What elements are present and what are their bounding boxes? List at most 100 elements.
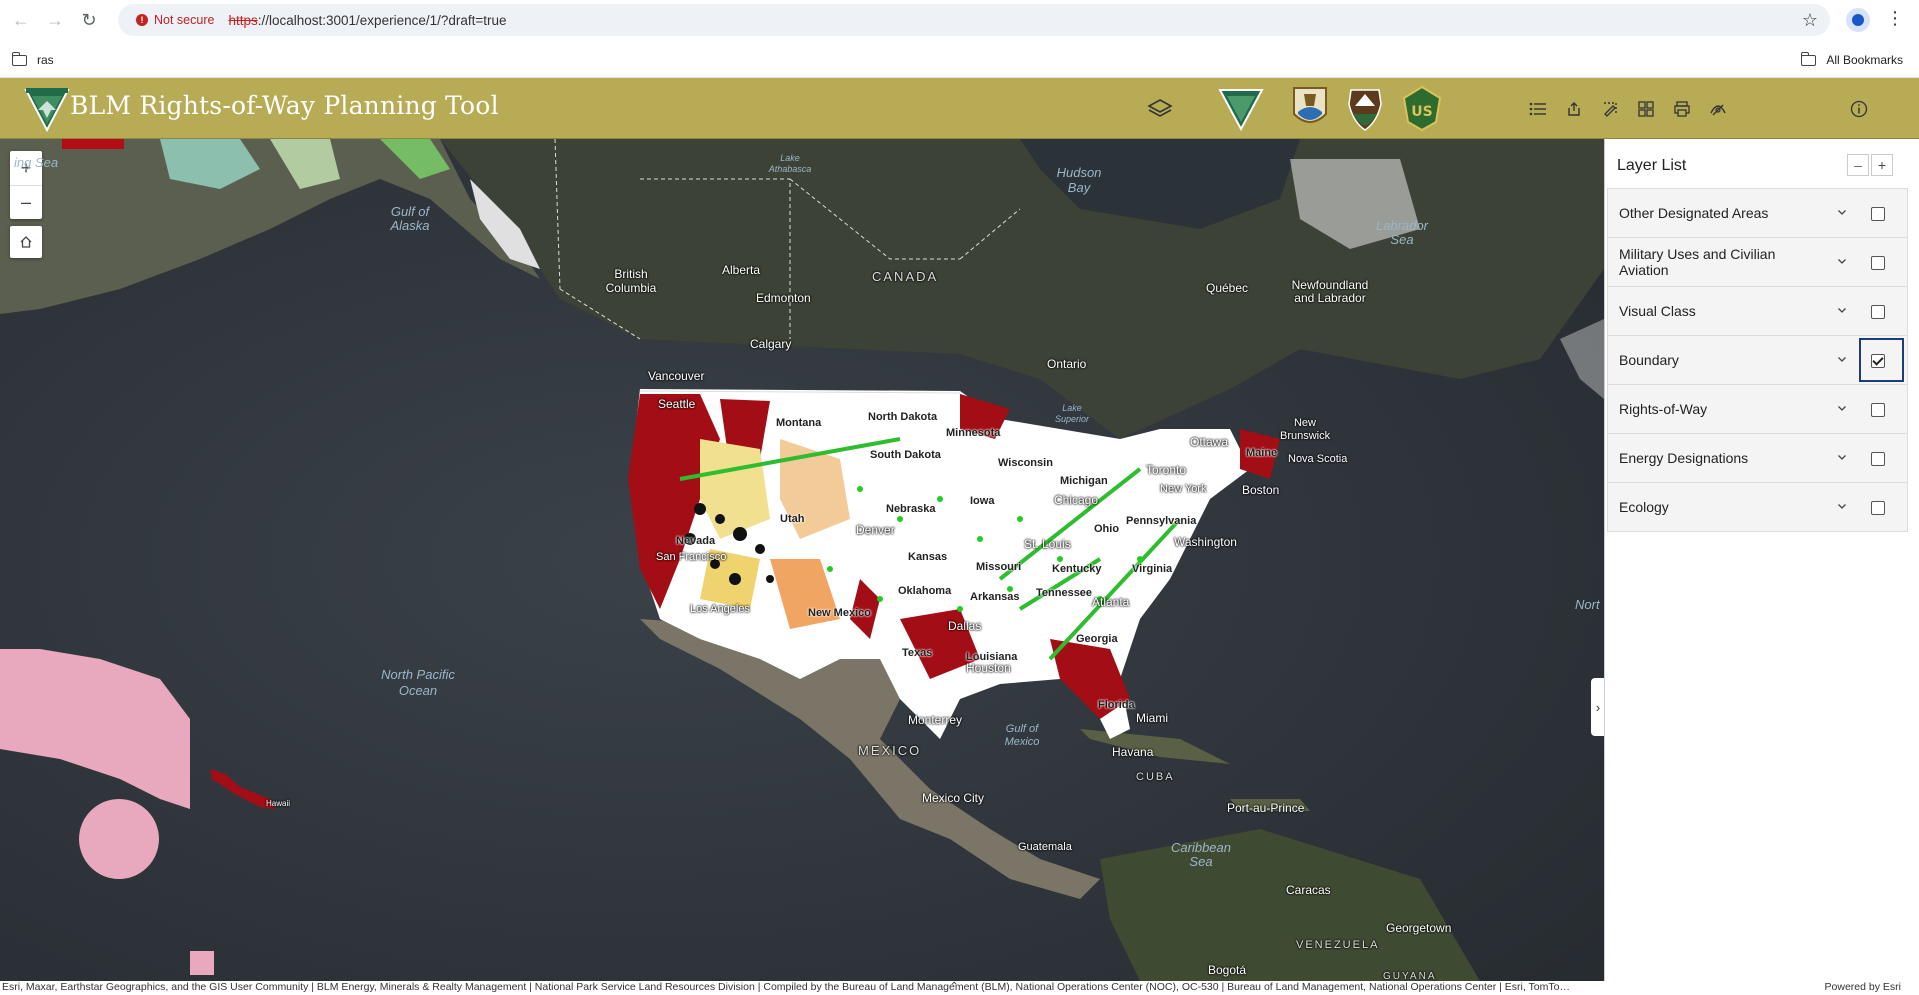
fws-logo[interactable] — [1286, 84, 1334, 132]
map-label: Lake Superior — [1054, 403, 1090, 424]
url-text[interactable]: https://localhost:3001/experience/1/?dra… — [228, 13, 506, 28]
chevron-down-icon[interactable] — [1836, 353, 1848, 365]
bookmark-folder-ras[interactable]: ras — [11, 51, 54, 67]
chevron-down-icon[interactable] — [1836, 304, 1848, 316]
layer-label: Visual Class — [1619, 303, 1696, 319]
chevron-down-icon[interactable] — [1836, 500, 1848, 512]
layers-icon[interactable] — [1147, 96, 1173, 122]
city-label: Mexico City — [922, 791, 985, 805]
layer-visibility-checkbox[interactable] — [1871, 207, 1885, 221]
state-label: Texas — [902, 647, 933, 659]
draw-icon[interactable] — [1597, 96, 1623, 122]
city-label: Port-au-Prince — [1227, 801, 1305, 815]
chevron-up-icon[interactable]: ⌃ — [950, 981, 958, 992]
city-label: Los Angeles — [690, 603, 750, 615]
layer-visibility-checkbox[interactable] — [1871, 354, 1885, 368]
layer-item-boundary[interactable]: Boundary — [1607, 335, 1908, 385]
city-label: Dallas — [948, 619, 982, 633]
layer-visibility-checkbox[interactable] — [1871, 501, 1885, 515]
layer-label: Ecology — [1619, 499, 1669, 515]
layer-visibility-checkbox[interactable] — [1871, 305, 1885, 319]
reload-icon[interactable]: ↻ — [76, 7, 102, 33]
layer-item-military-uses[interactable]: Military Uses and Civilian Aviation — [1607, 237, 1908, 287]
city-label: Boston — [1242, 483, 1280, 497]
blm-logo — [24, 88, 70, 133]
info-icon[interactable] — [1846, 96, 1872, 122]
menu-icon[interactable]: ⋮ — [1886, 9, 1904, 27]
state-label: Nebraska — [886, 503, 936, 515]
chevron-down-icon[interactable] — [1836, 451, 1848, 463]
folder-icon — [1800, 51, 1817, 66]
city-label: New York — [1160, 483, 1207, 495]
city-label: Houston — [966, 661, 1011, 675]
panel-header: Layer List – + — [1605, 139, 1919, 189]
print-icon[interactable] — [1669, 96, 1695, 122]
blm-logo[interactable] — [1217, 84, 1265, 132]
map-label: British Columbia — [605, 267, 657, 295]
state-label: Virginia — [1132, 563, 1173, 575]
chevron-right-icon: › — [1595, 699, 1601, 715]
city-label: Washington — [1174, 535, 1237, 549]
nps-logo[interactable] — [1341, 84, 1389, 132]
state-label: Oklahoma — [898, 585, 952, 597]
usfs-logo[interactable]: US — [1398, 84, 1446, 132]
state-label: Minnesota — [946, 427, 1001, 439]
forward-icon[interactable]: → — [42, 7, 68, 33]
legend-icon[interactable] — [1525, 96, 1551, 122]
state-label: Louisiana — [966, 651, 1018, 663]
powered-by-esri[interactable]: Powered by Esri — [1825, 981, 1901, 993]
map-label: Hudson Bay — [1056, 165, 1102, 195]
layer-label: Energy Designations — [1619, 450, 1749, 466]
layer-item-rights-of-way[interactable]: Rights-of-Way — [1607, 384, 1908, 434]
star-icon[interactable]: ☆ — [1802, 10, 1818, 31]
security-chip[interactable]: ! Not secure — [126, 8, 224, 32]
city-label: Georgetown — [1386, 921, 1452, 935]
panel-title: Layer List — [1617, 157, 1687, 174]
layer-list-panel: Layer List – + Other Designated Areas Mi… — [1604, 139, 1919, 981]
map-label: Nort — [1575, 597, 1600, 612]
expand-all-button[interactable]: + — [1871, 154, 1893, 176]
layer-visibility-checkbox[interactable] — [1871, 256, 1885, 270]
state-label: Wisconsin — [998, 457, 1053, 469]
back-icon[interactable]: ← — [8, 7, 34, 33]
map-label: Gulf of Mexico — [1004, 723, 1040, 748]
url-scheme: https — [228, 12, 258, 28]
chevron-down-icon[interactable] — [1836, 402, 1848, 414]
layer-item-energy-designations[interactable]: Energy Designations — [1607, 433, 1908, 483]
map-label: Ontario — [1047, 357, 1087, 371]
state-label: Kentucky — [1052, 563, 1102, 575]
address-bar[interactable]: ! Not secure https://localhost:3001/expe… — [118, 4, 1830, 36]
layer-item-visual-class[interactable]: Visual Class — [1607, 286, 1908, 336]
basemap-gallery-icon[interactable] — [1633, 96, 1659, 122]
state-label: Iowa — [970, 495, 995, 507]
bookmark-label: ras — [37, 53, 54, 67]
all-bookmarks[interactable]: All Bookmarks — [1800, 51, 1903, 67]
layer-item-ecology[interactable]: Ecology — [1607, 482, 1908, 532]
layer-visibility-checkbox[interactable] — [1871, 452, 1885, 466]
layer-item-other-designated-areas[interactable]: Other Designated Areas — [1607, 188, 1908, 238]
chevron-down-icon[interactable] — [1836, 255, 1848, 267]
layer-visibility-checkbox[interactable] — [1871, 403, 1885, 417]
city-label: Bogotá — [1208, 963, 1247, 977]
profile-icon[interactable] — [1846, 8, 1870, 32]
city-label: Chicago — [1054, 493, 1099, 507]
share-icon[interactable] — [1561, 96, 1587, 122]
svg-text:US: US — [1411, 104, 1432, 120]
chevron-down-icon[interactable] — [1836, 206, 1848, 218]
map-label: Québec — [1206, 281, 1249, 295]
map-label: GUYANA — [1383, 971, 1437, 981]
collapse-all-button[interactable]: – — [1847, 154, 1869, 176]
zoom-out-button[interactable]: – — [10, 185, 42, 219]
state-label: Georgia — [1076, 633, 1118, 645]
expand-panel-button[interactable]: › — [1591, 678, 1604, 736]
map-view[interactable]: + – ing Sea Gulf of Alaska Hudson Bay La… — [0, 139, 1604, 981]
map-label: CUBA — [1136, 771, 1175, 783]
state-label: North Dakota — [868, 411, 938, 423]
measure-icon[interactable] — [1705, 96, 1731, 122]
city-label: Guatemala — [1018, 841, 1072, 853]
home-button[interactable] — [10, 226, 42, 258]
map-label: New Brunswick — [1280, 417, 1331, 442]
state-label: Tennessee — [1036, 587, 1093, 599]
basemap-imagery — [0, 139, 1604, 981]
bookmark-label: All Bookmarks — [1826, 53, 1903, 67]
